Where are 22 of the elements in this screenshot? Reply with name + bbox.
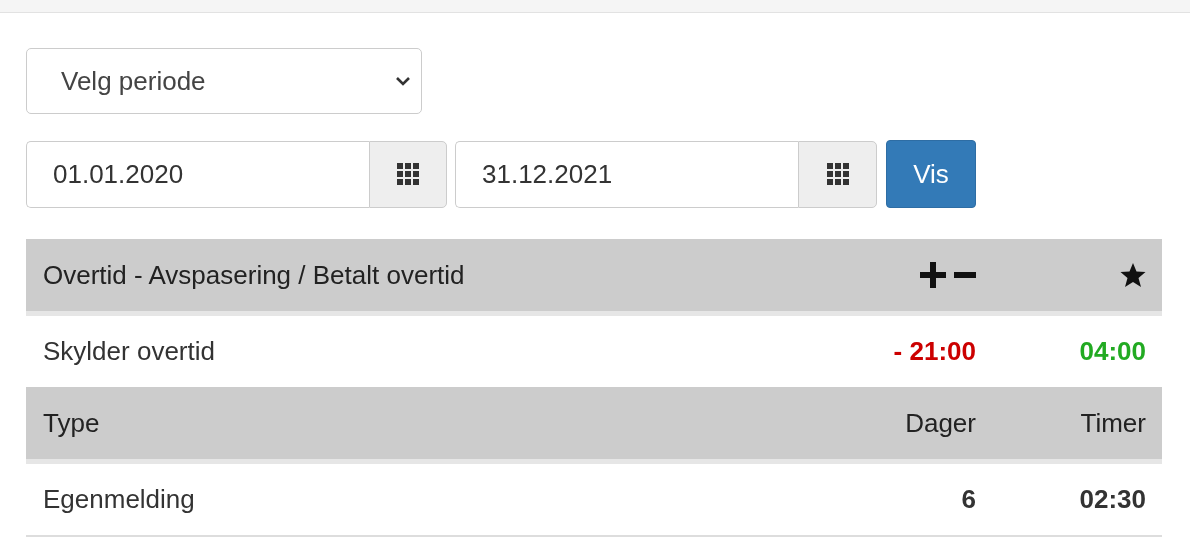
calendar-grid-icon [826, 163, 849, 185]
table-cell-text: - 21:00 [892, 336, 976, 367]
calendar-grid-icon [397, 163, 419, 185]
minus-icon [954, 272, 976, 278]
table-title: Overtid - Avspasering / Betalt overtid [43, 259, 466, 291]
calendar-button[interactable] [798, 140, 877, 208]
table-cell-text: Egenmelding [43, 484, 196, 515]
star-icon [1120, 262, 1146, 288]
column-header: Timer [1079, 407, 1146, 439]
table-cell-text: 04:00 [1078, 336, 1146, 367]
table-cell-text: 6 [960, 484, 976, 515]
table-cell-text: Skylder overtid [43, 336, 216, 367]
column-header: Type [43, 407, 101, 439]
chevron-down-icon [395, 76, 411, 86]
date-field[interactable]: 01.01.2020 [26, 140, 369, 208]
period-select[interactable]: Velg periode [26, 48, 422, 114]
column-header: Dager [904, 407, 976, 439]
show-button[interactable]: Vis [886, 140, 976, 208]
calendar-button[interactable] [369, 140, 447, 208]
table-cell-text: 02:30 [1078, 484, 1146, 515]
date-field[interactable]: 31.12.2021 [455, 140, 798, 208]
plus-icon [920, 262, 946, 288]
